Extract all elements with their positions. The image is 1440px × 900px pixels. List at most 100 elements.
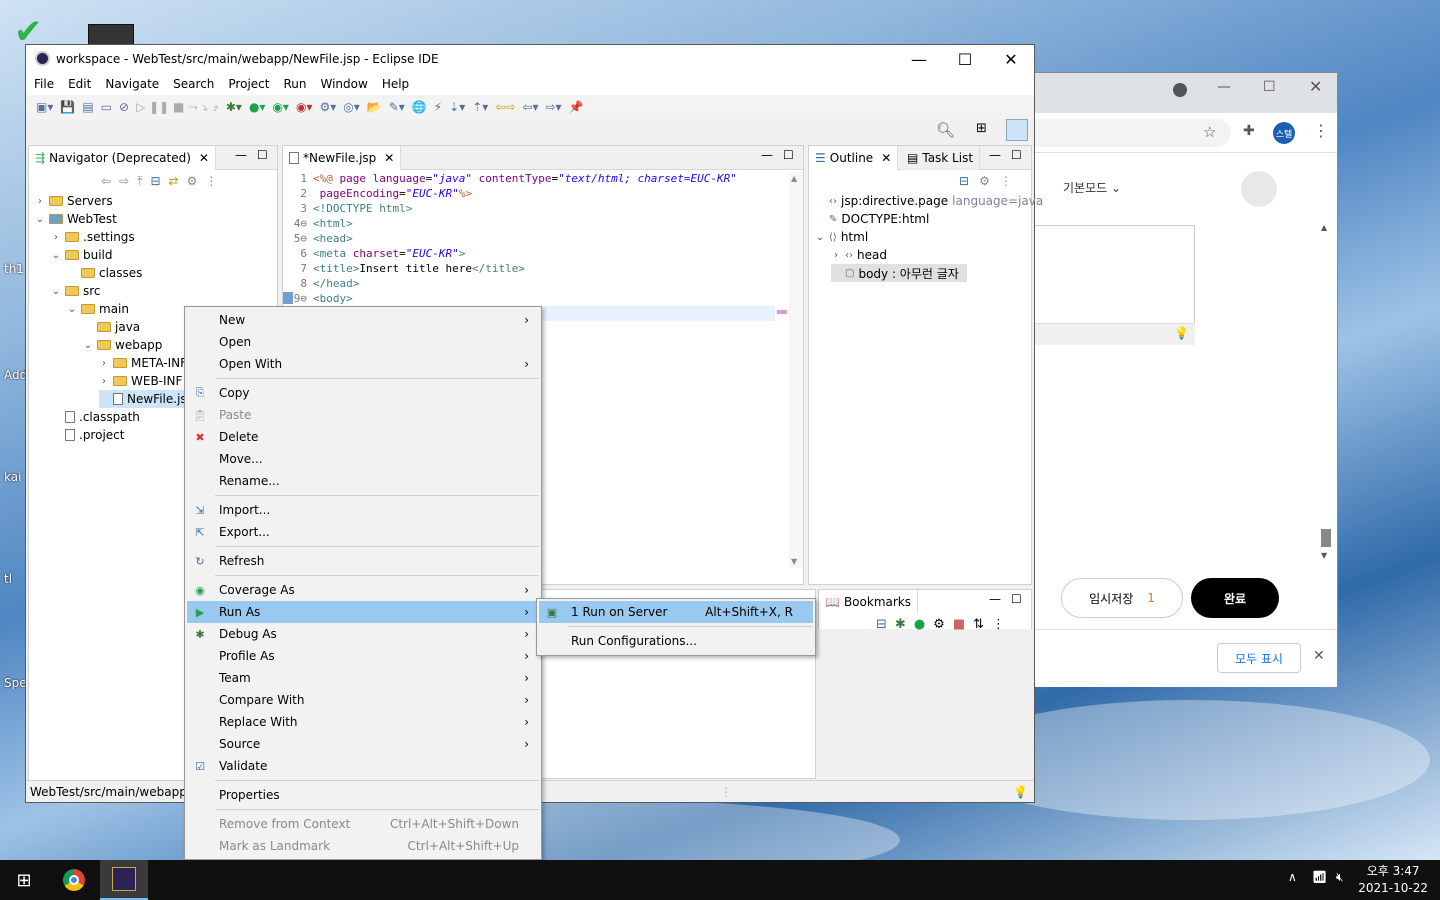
up-icon[interactable]: ⤒ xyxy=(137,174,142,189)
menu-run[interactable]: Run xyxy=(283,77,306,91)
expand-arrow-icon[interactable]: › xyxy=(99,376,109,387)
address-bar[interactable] xyxy=(1031,119,1231,147)
prev-annotation-icon[interactable]: ⇡▾ xyxy=(472,100,488,114)
tray-chevron-icon[interactable]: ∧ xyxy=(1288,870,1297,884)
minimize-view-icon[interactable]: — xyxy=(761,148,773,162)
forward-icon[interactable]: ⇨▾ xyxy=(546,100,562,114)
outline-item[interactable]: ▢ body : 아무런 글자 xyxy=(831,264,967,282)
stop-server-icon[interactable]: ■ xyxy=(953,617,965,632)
menu-item-validate[interactable]: ☑ Validate xyxy=(187,755,539,777)
menu-item-remove-from-context[interactable]: Remove from Context Ctrl+Alt+Shift+Down xyxy=(187,813,539,835)
show-all-button[interactable]: 모두 표시 xyxy=(1217,643,1301,673)
expand-arrow-icon[interactable]: › xyxy=(35,196,45,207)
expand-arrow-icon[interactable]: ⌄ xyxy=(815,232,825,243)
debug-icon[interactable]: ✱▾ xyxy=(226,100,242,114)
tab-newfile-jsp[interactable]: *NewFile.jsp ✕ xyxy=(283,146,402,170)
tree-item[interactable]: ⌄ main xyxy=(67,300,129,318)
new-java-class-icon[interactable]: ◎▾ xyxy=(343,100,360,114)
more-menu-icon[interactable]: ⋮ xyxy=(1313,121,1329,140)
minimize-view-icon[interactable]: — xyxy=(989,148,1001,162)
close-tab-icon[interactable]: ✕ xyxy=(384,151,394,165)
open-task-icon[interactable]: ✎▾ xyxy=(389,100,405,114)
menu-item-run-configurations[interactable]: Run Configurations... xyxy=(539,630,813,652)
save-all-icon[interactable]: ▤ xyxy=(82,100,93,114)
tab-navigator[interactable]: ⇶ Navigator (Deprecated) ✕ xyxy=(29,146,216,170)
expand-arrow-icon[interactable]: ⌄ xyxy=(83,340,93,351)
volume-icon[interactable]: 🔇︎ xyxy=(1336,870,1344,885)
menu-item-coverage-as[interactable]: ◉ Coverage As › xyxy=(187,579,539,601)
coverage-icon[interactable]: ◉▾ xyxy=(272,100,289,114)
menu-edit[interactable]: Edit xyxy=(68,77,91,91)
expand-arrow-icon[interactable]: › xyxy=(99,358,109,369)
save-icon[interactable]: 💾 xyxy=(60,100,75,114)
taskbar-eclipse[interactable] xyxy=(100,860,148,900)
link-editor-icon[interactable]: ⇄ xyxy=(169,174,179,189)
collapse-icon[interactable]: ⊟ xyxy=(876,617,887,632)
draft-button[interactable]: 임시저장 1 xyxy=(1061,578,1183,618)
vertical-scrollbar[interactable]: ▲ ▼ xyxy=(789,172,803,568)
close-tab-icon[interactable]: ✕ xyxy=(881,151,891,165)
menu-help[interactable]: Help xyxy=(382,77,409,91)
menu-item-delete[interactable]: ✖ Delete xyxy=(187,426,539,448)
chrome-tab-search-icon[interactable] xyxy=(1173,83,1187,97)
bookmark-star-icon[interactable]: ☆ xyxy=(1203,123,1216,141)
minimize-view-icon[interactable]: — xyxy=(235,148,247,162)
done-button[interactable]: 완료 xyxy=(1191,578,1279,618)
start-server-icon[interactable]: ● xyxy=(914,617,925,632)
menu-item-team[interactable]: Team › xyxy=(187,667,539,689)
expand-arrow-icon[interactable]: › xyxy=(831,250,841,261)
menu-item-paste[interactable]: 📋︎ Paste xyxy=(187,404,539,426)
open-perspective-icon[interactable]: ⊞ xyxy=(976,121,987,136)
filter-icon[interactable]: ⚙ xyxy=(979,174,990,188)
tree-item[interactable]: .project xyxy=(51,426,124,444)
expand-arrow-icon[interactable]: ⌄ xyxy=(51,286,61,297)
close-download-bar-icon[interactable]: ✕ xyxy=(1313,648,1325,664)
tree-item[interactable]: › .settings xyxy=(51,228,135,246)
minimize-icon[interactable]: — xyxy=(896,45,942,73)
pin-editor-icon[interactable]: 📌 xyxy=(569,100,584,114)
tree-item[interactable]: java xyxy=(83,318,140,336)
outline-item[interactable]: › ‹› head xyxy=(831,246,891,264)
menu-window[interactable]: Window xyxy=(320,77,367,91)
close-icon[interactable]: ✕ xyxy=(988,45,1034,73)
last-edit-icon[interactable]: ⇦⇨ xyxy=(495,100,515,114)
tree-item[interactable]: › META-INF xyxy=(99,354,187,372)
menu-item-open-with[interactable]: Open With › xyxy=(187,353,539,375)
extensions-icon[interactable]: ✚ xyxy=(1243,123,1255,139)
menu-item-move[interactable]: Move... xyxy=(187,448,539,470)
collapse-all-icon[interactable]: ⊟ xyxy=(959,174,969,188)
tree-item[interactable]: ⌄ webapp xyxy=(83,336,163,354)
cloud-icon[interactable] xyxy=(1241,171,1277,207)
tree-item[interactable]: › Servers xyxy=(35,192,113,210)
profile-avatar[interactable]: 스텔 xyxy=(1273,122,1295,144)
view-menu-icon[interactable]: ⋮ xyxy=(992,617,1005,632)
debug-server-icon[interactable]: ✱ xyxy=(895,617,906,632)
maximize-icon[interactable]: ☐ xyxy=(1263,79,1276,95)
back-icon[interactable]: ⇦ xyxy=(101,174,111,189)
menu-item-1-run-on-server[interactable]: ▣ 1 Run on Server Alt+Shift+X, R xyxy=(539,601,813,623)
outline-item[interactable]: ⌄ ⟨⟩ html xyxy=(815,228,872,246)
run-icon[interactable]: ●▾ xyxy=(249,100,266,114)
search-icon[interactable]: 🔍︎ xyxy=(936,121,955,139)
menu-item-mark-as-landmark[interactable]: Mark as Landmark Ctrl+Alt+Shift+Up xyxy=(187,835,539,857)
browser-icon[interactable]: 🌐 xyxy=(412,100,427,114)
network-icon[interactable]: 📶︎ xyxy=(1312,870,1327,884)
menu-item-open[interactable]: Open xyxy=(187,331,539,353)
tree-item[interactable]: › WEB-INF xyxy=(99,372,182,390)
close-icon[interactable]: ✕ xyxy=(1309,77,1322,96)
jee-perspective-icon[interactable] xyxy=(1006,119,1028,141)
minimize-icon[interactable]: — xyxy=(1217,79,1231,95)
maximize-view-icon[interactable]: ☐ xyxy=(1011,592,1022,606)
close-tab-icon[interactable]: ✕ xyxy=(199,151,209,165)
menu-item-new[interactable]: New › xyxy=(187,309,539,331)
menu-item-source[interactable]: Source › xyxy=(187,733,539,755)
open-type-icon[interactable]: 📂 xyxy=(367,100,382,114)
collapse-all-icon[interactable]: ⊟ xyxy=(150,174,160,189)
skip-breakpoints-icon[interactable]: ⊘ xyxy=(119,100,129,114)
maximize-view-icon[interactable]: ☐ xyxy=(257,148,268,162)
menu-item-debug-as[interactable]: ✱ Debug As › xyxy=(187,623,539,645)
maximize-view-icon[interactable]: ☐ xyxy=(783,148,794,162)
tree-item[interactable]: ⌄ src xyxy=(51,282,101,300)
maximize-view-icon[interactable]: ☐ xyxy=(1011,148,1022,162)
tree-item[interactable]: NewFile.js xyxy=(99,390,191,408)
